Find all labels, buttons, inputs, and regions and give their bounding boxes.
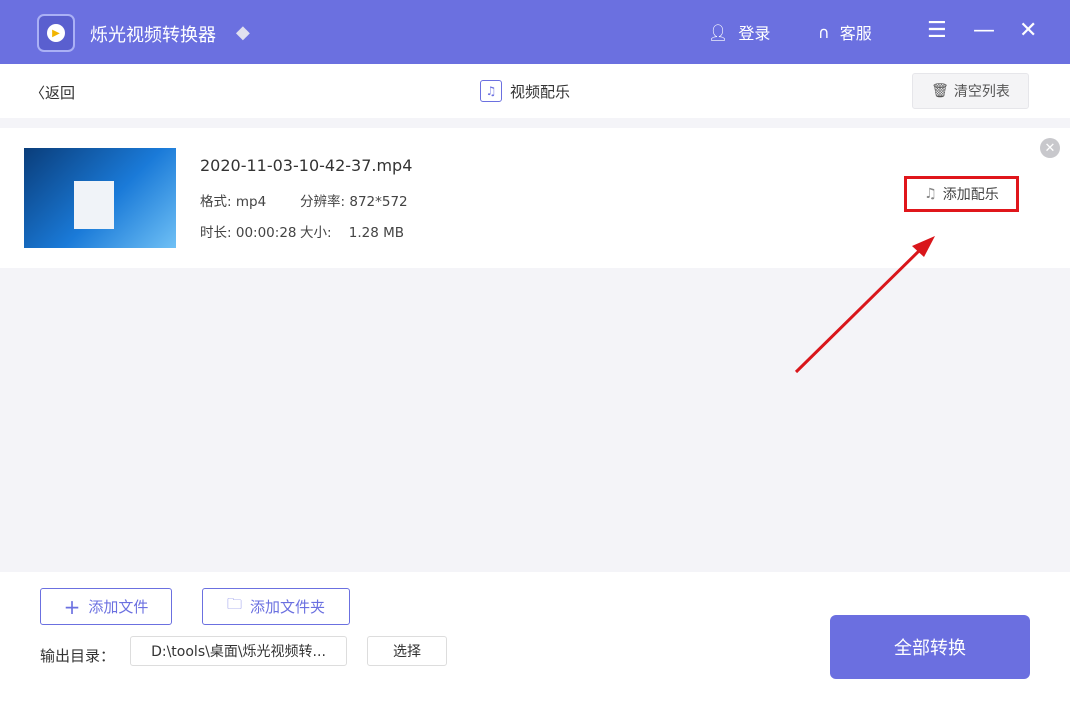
chevron-left-icon: 〈 <box>30 84 46 102</box>
bottom-panel: + 添加文件 🗀 添加文件夹 输出目录： D:\tools\桌面\烁光视频转... … <box>0 572 1070 720</box>
size-info: 大小: 1.28 MB <box>300 221 404 241</box>
page-title-label: 视频配乐 <box>510 82 571 101</box>
duration-value: 00:00:28 <box>235 225 297 241</box>
add-music-label: 添加配乐 <box>942 187 999 203</box>
vip-diamond-icon[interactable]: ◆ <box>236 22 250 43</box>
add-folder-button[interactable]: 🗀 添加文件夹 <box>202 588 350 625</box>
service-button[interactable]: ∩ 客服 <box>818 20 872 44</box>
format-label: 格式: <box>200 194 232 210</box>
clear-list-button[interactable]: 🗑︎ 清空列表 <box>912 73 1029 109</box>
duration-label: 时长: <box>200 225 232 241</box>
resolution-value: 872*572 <box>349 194 408 210</box>
add-file-label: 添加文件 <box>88 598 149 616</box>
output-dir-label: 输出目录： <box>40 647 116 665</box>
add-music-button[interactable]: ♫ 添加配乐 <box>904 176 1019 212</box>
headset-icon: ∩ <box>818 22 830 42</box>
user-icon: 👤︎ <box>708 22 729 42</box>
format-info: 格式: mp4 <box>200 190 266 210</box>
minimize-icon[interactable]: — <box>973 18 995 43</box>
title-bar: ▶ 烁光视频转换器 ◆ 👤︎ 登录 ∩ 客服 ☰ — ✕ <box>0 0 1070 64</box>
music-note-icon: ♫ <box>924 186 937 202</box>
format-value: mp4 <box>235 194 267 210</box>
duration-info: 时长: 00:00:28 <box>200 221 297 241</box>
app-title: 烁光视频转换器 <box>90 25 216 46</box>
service-label: 客服 <box>839 24 872 43</box>
add-folder-label: 添加文件夹 <box>250 598 326 616</box>
size-label: 大小: <box>300 225 332 241</box>
remove-file-icon[interactable]: ✕ <box>1040 138 1060 158</box>
back-button[interactable]: 〈返回 <box>30 82 75 103</box>
resolution-label: 分辨率: <box>300 194 346 210</box>
close-window-icon[interactable]: ✕ <box>1019 18 1037 43</box>
file-name: 2020-11-03-10-42-37.mp4 <box>200 156 413 175</box>
app-logo-icon: ▶ <box>37 14 75 52</box>
login-label: 登录 <box>738 24 771 43</box>
resolution-info: 分辨率: 872*572 <box>300 190 408 210</box>
file-list-item: 2020-11-03-10-42-37.mp4 格式: mp4 分辨率: 872… <box>0 128 1070 268</box>
folder-icon: 🗀 <box>226 595 242 613</box>
clear-list-label: 清空列表 <box>953 84 1010 100</box>
choose-button[interactable]: 选择 <box>367 636 447 666</box>
sub-header: 〈返回 ♫ 视频配乐 🗑︎ 清空列表 <box>0 64 1070 118</box>
trash-icon: 🗑︎ <box>931 83 949 99</box>
video-thumbnail <box>24 148 176 248</box>
add-file-button[interactable]: + 添加文件 <box>40 588 172 625</box>
output-path-field[interactable]: D:\tools\桌面\烁光视频转... <box>130 636 347 666</box>
size-value: 1.28 MB <box>348 225 404 241</box>
page-title: ♫ 视频配乐 <box>480 80 570 102</box>
login-button[interactable]: 👤︎ 登录 <box>708 20 770 44</box>
plus-icon: + <box>63 594 81 619</box>
back-label: 返回 <box>45 84 76 102</box>
convert-all-button[interactable]: 全部转换 <box>830 615 1030 679</box>
menu-icon[interactable]: ☰ <box>927 18 947 43</box>
music-video-icon: ♫ <box>480 80 502 102</box>
